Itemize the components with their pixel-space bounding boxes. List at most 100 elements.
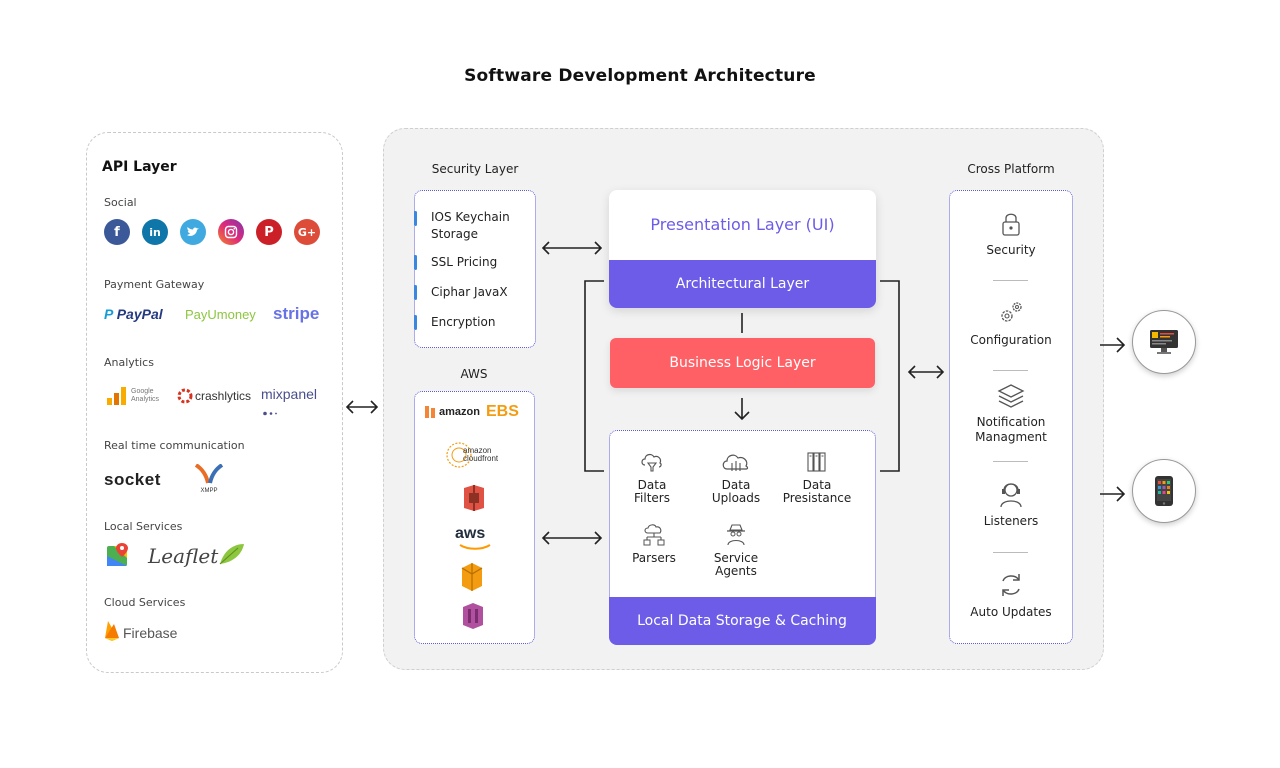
crashlytics-logo: crashlytics [195, 389, 252, 403]
aws-service-icon [460, 602, 486, 634]
google-plus-icon: G+ [294, 219, 320, 245]
business-logic-layer: Business Logic Layer [610, 338, 875, 388]
xmpp-logo: XMPP [193, 463, 225, 494]
data-item-label: Parsers [632, 551, 676, 565]
data-uploads-item: Data Uploads [708, 451, 764, 505]
security-item-ssl: SSL Pricing [414, 254, 497, 271]
service-agents-item: Service Agents [706, 524, 766, 578]
security-item-bar [414, 211, 417, 226]
security-item-keychain: IOS Keychain Storage [414, 209, 527, 243]
database-books-icon [807, 452, 826, 472]
cross-auto-updates-item: Auto Updates [949, 571, 1073, 620]
data-item-label: Data Filters [634, 478, 670, 505]
google-maps-icon [106, 542, 130, 572]
crashlytics-icon [176, 387, 194, 409]
gears-icon [1001, 302, 1022, 322]
cross-item-label: Auto Updates [970, 605, 1052, 619]
security-item-encryption: Encryption [414, 314, 495, 331]
mobile-device [1132, 459, 1196, 523]
cross-platform-heading: Cross Platform [967, 162, 1055, 176]
parser-network-icon [643, 524, 665, 546]
local-data-storage-band: Local Data Storage & Caching [608, 596, 876, 645]
firebase-logo: Firebase [123, 625, 178, 641]
aws-lambda-icon [459, 562, 485, 596]
pinterest-icon: P [256, 219, 282, 245]
lock-icon [1002, 213, 1020, 236]
aws-heading: AWS [460, 367, 488, 381]
data-item-label: Service Agents [713, 551, 759, 578]
google-analytics-text: Google Analytics [131, 388, 160, 403]
cross-item-label: Configuration [970, 333, 1052, 347]
data-presistance-item: Data Presistance [780, 451, 854, 505]
cross-item-label: Listeners [983, 514, 1039, 528]
cloud-services-label: Cloud Services [104, 596, 186, 609]
desktop-arrow [1100, 337, 1126, 353]
firebase-icon [104, 620, 120, 646]
cross-notification-item: Notification Managment [949, 383, 1073, 445]
paypal-logo: P PayPal [104, 306, 163, 322]
cross-item-label: Notification Managment [975, 415, 1047, 444]
mobile-phone-icon [1155, 476, 1173, 506]
parsers-item: Parsers [628, 524, 680, 565]
data-item-label: Data Uploads [711, 478, 761, 505]
security-item-label: IOS Keychain Storage [431, 210, 510, 241]
payment-gateway-label: Payment Gateway [104, 278, 205, 291]
payumoney-logo: PayUmoney [185, 307, 256, 322]
security-item-label: Encryption [431, 315, 496, 329]
presentation-layer-card: Presentation Layer (UI) Architectural La… [609, 190, 876, 308]
desktop-monitor-icon [1150, 330, 1178, 354]
architectural-business-connector [741, 313, 743, 333]
twitter-icon [180, 219, 206, 245]
google-analytics-logo [106, 386, 128, 410]
cross-separator [993, 552, 1028, 553]
mixpanel-dots [263, 401, 283, 420]
security-presentation-double-arrow [541, 241, 603, 255]
mixpanel-logo: mixpanel [261, 386, 318, 402]
presentation-layer-label: Presentation Layer (UI) [650, 215, 835, 234]
cross-security-item: Security [949, 211, 1073, 258]
cross-separator [993, 370, 1028, 371]
linkedin-icon: in [142, 219, 168, 245]
security-layer-heading: Security Layer [431, 162, 519, 176]
aws-smile-icon [459, 544, 491, 550]
facebook-icon: f [104, 219, 130, 245]
realtime-communication-label: Real time communication [104, 439, 245, 452]
security-item-bar [414, 255, 417, 270]
data-filters-item: Data Filters [626, 451, 678, 505]
cross-separator [993, 280, 1028, 281]
api-main-double-arrow [345, 400, 379, 414]
social-label: Social [104, 196, 137, 209]
cross-item-label: Security [986, 243, 1036, 257]
refresh-icon [1002, 574, 1020, 596]
amazon-ebs-logo: amazon EBS [424, 403, 519, 421]
headset-user-icon [1000, 483, 1022, 508]
cloud-upload-icon [722, 454, 749, 471]
architectural-layer-band: Architectural Layer [609, 260, 876, 308]
security-item-label: SSL Pricing [431, 255, 498, 269]
service-agent-icon [727, 524, 745, 546]
cloud-filter-icon [641, 453, 662, 472]
left-bracket-connector [584, 280, 604, 472]
instagram-icon [218, 219, 244, 245]
mobile-arrow [1100, 486, 1126, 502]
socket-io-logo: socket [104, 470, 161, 489]
leaflet-logo: Leaflet [148, 544, 244, 568]
cross-listeners-item: Listeners [949, 480, 1073, 529]
api-layer-title: API Layer [102, 159, 177, 175]
layers-stack-icon [997, 384, 1025, 408]
local-services-label: Local Services [104, 520, 183, 533]
desktop-device [1132, 310, 1196, 374]
aws-storage-double-arrow [541, 531, 603, 545]
data-item-label: Data Presistance [782, 478, 852, 505]
aws-s3-icon [461, 484, 487, 516]
right-bracket-connector [880, 280, 900, 472]
cross-platform-double-arrow [907, 365, 945, 379]
analytics-label: Analytics [104, 356, 154, 369]
social-icons-row: f in P G+ [104, 219, 320, 245]
security-item-bar [414, 285, 417, 300]
cross-separator [993, 461, 1028, 462]
security-item-cipher: Ciphar JavaX [414, 284, 508, 301]
amazon-cloudfront-logo: amazon cloudfront [446, 438, 498, 476]
cross-configuration-item: Configuration [949, 299, 1073, 348]
stripe-logo: stripe [273, 304, 320, 323]
